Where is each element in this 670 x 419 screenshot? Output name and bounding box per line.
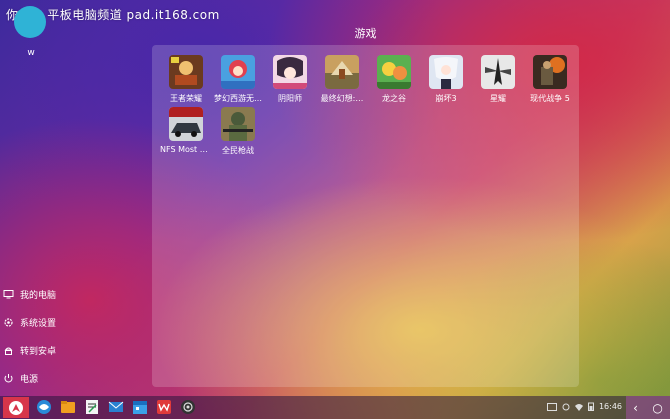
keyboard-icon[interactable] — [546, 402, 557, 411]
side-item-label: 电源 — [20, 374, 39, 385]
power-icon — [2, 372, 14, 384]
modern-combat-5-icon — [533, 55, 567, 89]
onmyoji-icon — [273, 55, 307, 89]
app-grid: 王者荣耀 梦幻西游无… 阴阳师 最终幻想:… 龙之谷 崩坏3 星耀 现代战争 5… — [160, 55, 576, 159]
app-label: 龙之谷 — [382, 94, 406, 103]
camera-icon[interactable] — [180, 399, 196, 415]
folder-title: 游戏 — [354, 27, 377, 40]
bluetooth-icon[interactable] — [562, 403, 570, 411]
honkai-3-icon — [429, 55, 463, 89]
start-side-menu: 我的电脑 系统设置 转到安卓 电源 — [2, 280, 122, 392]
side-item-label: 转到安卓 — [20, 346, 57, 357]
home-icon[interactable]: ○ — [652, 401, 662, 415]
side-item-label: 系统设置 — [20, 318, 57, 329]
app-label: 星耀 — [490, 94, 506, 103]
app-label: 崩坏3 — [435, 94, 457, 103]
battery-icon[interactable] — [587, 402, 594, 411]
mail-icon[interactable] — [108, 399, 124, 415]
app-label: 全民枪战 — [222, 146, 254, 155]
gear-icon — [2, 316, 14, 328]
start-button[interactable] — [3, 397, 29, 418]
user-name: w — [27, 48, 35, 58]
clock-text[interactable]: 16:46 — [599, 402, 622, 411]
app-item-fantasy-westward[interactable]: 梦幻西游无… — [212, 55, 264, 107]
app-label: 王者荣耀 — [170, 94, 202, 103]
app-item-honor-of-kings[interactable]: 王者荣耀 — [160, 55, 212, 107]
side-item-power[interactable]: 电源 — [2, 364, 122, 392]
user-avatar[interactable] — [14, 6, 46, 38]
app-label: 最终幻想:… — [320, 94, 364, 103]
app-item-dragon-nest[interactable]: 龙之谷 — [368, 55, 420, 107]
android-icon — [2, 344, 14, 356]
side-item-label: 我的电脑 — [20, 290, 57, 301]
app-item-nfs-most-wanted[interactable]: NFS Most W… — [160, 107, 212, 159]
wifi-icon[interactable] — [574, 403, 583, 411]
app-item-honkai-3[interactable]: 崩坏3 — [420, 55, 472, 107]
app-item-modern-combat-5[interactable]: 现代战争 5 — [524, 55, 576, 107]
back-icon[interactable]: ‹ — [633, 401, 638, 415]
computer-icon — [2, 288, 14, 300]
fantasy-westward-icon — [221, 55, 255, 89]
start-logo-icon — [9, 400, 23, 415]
file-manager-icon[interactable] — [60, 399, 76, 415]
app-label: NFS Most W… — [160, 145, 212, 154]
side-item-settings[interactable]: 系统设置 — [2, 308, 122, 336]
side-item-my-computer[interactable]: 我的电脑 — [2, 280, 122, 308]
app-item-onmyoji[interactable]: 阴阳师 — [264, 55, 316, 107]
app-item-final-fantasy[interactable]: 最终幻想:… — [316, 55, 368, 107]
app-label: 现代战争 5 — [530, 94, 570, 103]
honor-of-kings-icon — [169, 55, 203, 89]
app-label: 阴阳师 — [278, 94, 302, 103]
browser-icon[interactable] — [36, 399, 52, 415]
nav-bar: ‹ ○ — [626, 396, 670, 419]
system-tray: 16:46 — [546, 402, 622, 411]
notes-icon[interactable] — [84, 399, 100, 415]
app-item-xingyao[interactable]: 星耀 — [472, 55, 524, 107]
calendar-icon[interactable] — [132, 399, 148, 415]
xingyao-icon — [481, 55, 515, 89]
final-fantasy-icon — [325, 55, 359, 89]
app-label: 梦幻西游无… — [214, 94, 262, 103]
nfs-most-wanted-icon — [169, 107, 203, 141]
dragon-nest-icon — [377, 55, 411, 89]
games-folder-panel: 王者荣耀 梦幻西游无… 阴阳师 最终幻想:… 龙之谷 崩坏3 星耀 现代战争 5… — [152, 45, 579, 387]
taskbar: 16:46 ‹ ○ — [0, 396, 670, 419]
app-item-quanmin-qiangzhan[interactable]: 全民枪战 — [212, 107, 264, 159]
wps-office-icon[interactable] — [156, 399, 172, 415]
side-item-switch-android[interactable]: 转到安卓 — [2, 336, 122, 364]
quanmin-qiangzhan-icon — [221, 107, 255, 141]
